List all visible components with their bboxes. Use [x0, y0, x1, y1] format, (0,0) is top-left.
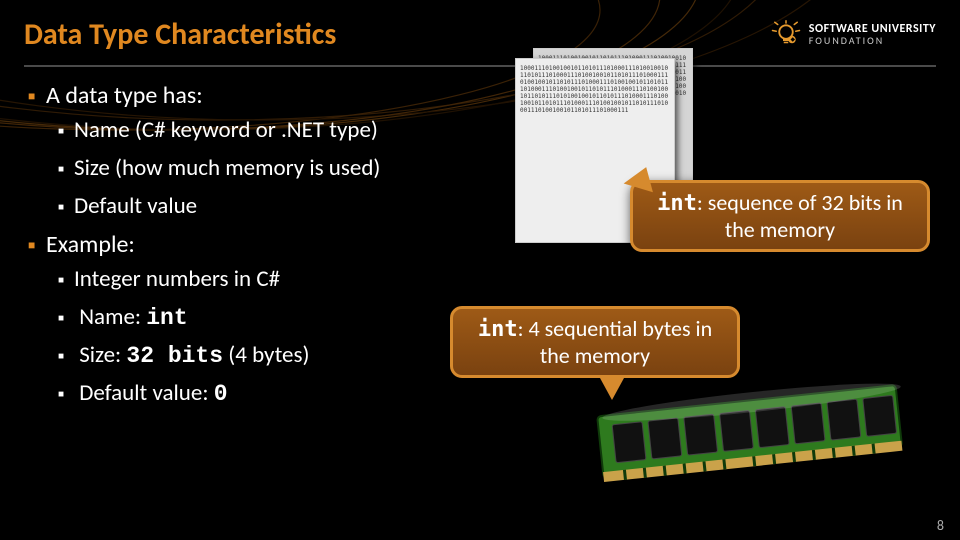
bullet-l2-intnums: Integer numbers in C#: [58, 265, 932, 293]
callout-b-pointer: [600, 378, 624, 400]
page-title: Data Type Characteristics: [24, 16, 336, 53]
ram-stick-graphic: [590, 370, 920, 500]
bullet-l2-name: Name (C# keyword or .NET type): [58, 116, 932, 144]
page-number: 8: [937, 517, 944, 534]
bullet-l2-size: Size (how much memory is used): [58, 154, 932, 182]
logo: SOFTWARE UNIVERSITY FOUNDATION: [771, 20, 936, 50]
callout-memory-bits: int: sequence of 32 bits in the memory: [630, 180, 930, 252]
callout-memory-bytes: int: 4 sequential bytes in the memory: [450, 306, 740, 378]
lightbulb-icon: [771, 20, 801, 50]
logo-text-sub: FOUNDATION: [809, 36, 936, 47]
